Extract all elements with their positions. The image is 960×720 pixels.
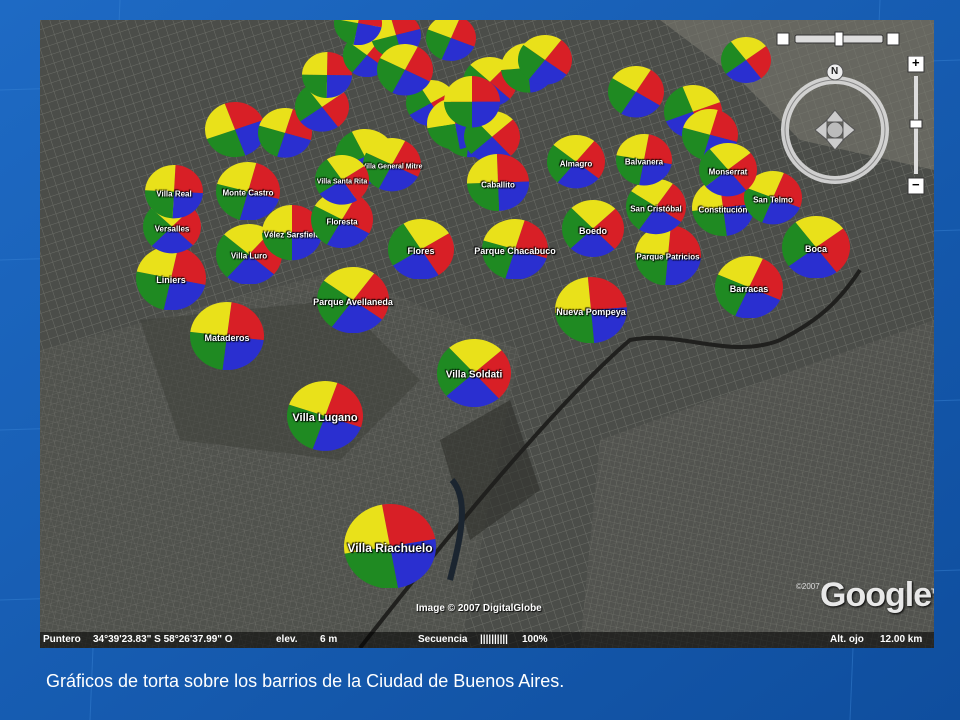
neighborhood-label: Parque Chacabuco [474, 246, 556, 256]
neighborhood-label: Caballito [481, 180, 515, 190]
neighborhood-pie-unlabeled[interactable] [518, 35, 572, 90]
neighborhood-label: Liniers [156, 275, 186, 285]
navigation-compass[interactable] [775, 60, 895, 190]
neighborhood-label: Monte Castro [222, 188, 274, 198]
eye-alt-label: Alt. ojo [830, 634, 864, 645]
neighborhood-label: Almagro [559, 159, 593, 169]
neighborhood-pie-unlabeled[interactable] [377, 44, 433, 101]
neighborhood-label: Villa Santa Rita [316, 178, 368, 186]
satellite-map[interactable]: Villa Riachuelo Villa Lugano Villa Soldati… [40, 20, 934, 648]
neighborhood-label: Versalles [154, 224, 190, 234]
pie-chart[interactable] [721, 37, 771, 83]
pie-slice [587, 276, 627, 310]
pointer-label: Puntero [43, 634, 81, 645]
elev-value: 6 m [320, 634, 338, 645]
zoom-out-button[interactable]: − [912, 177, 920, 192]
neighborhood-label: Villa Riachuelo [347, 541, 433, 555]
copyright-year: ©2007 [796, 582, 820, 591]
view-mode-buttons[interactable] [775, 30, 905, 52]
google-logo: GoogleTM [820, 576, 934, 614]
neighborhood-label: Mataderos [204, 333, 250, 343]
pie-slice [472, 101, 500, 128]
slide-caption: Gráficos de torta sobre los barrios de l… [46, 671, 565, 691]
eye-alt-value: 12.00 km [880, 634, 923, 645]
compass-north-label: N [831, 66, 839, 77]
neighborhood-label: Constitución [698, 205, 748, 215]
neighborhood-pie-unlabeled[interactable] [334, 20, 382, 50]
pie-slice [145, 165, 176, 192]
pie-chart[interactable] [334, 20, 382, 46]
neighborhood-pie-unlabeled[interactable] [608, 66, 664, 123]
elev-label: elev. [276, 634, 298, 645]
neighborhood-label: Villa Lugano [292, 412, 358, 424]
neighborhood-pie-unlabeled[interactable] [444, 76, 500, 133]
zoom-in-button[interactable]: + [912, 55, 920, 70]
pie-chart[interactable] [608, 66, 664, 118]
pie-slice [616, 134, 649, 160]
neighborhood-label: Boedo [579, 226, 607, 236]
neighborhood-label: Barracas [729, 284, 769, 294]
sequence-value: 100% [522, 634, 548, 645]
pie-chart[interactable] [377, 44, 433, 96]
neighborhood-label: San Telmo [753, 195, 793, 205]
sequence-label: Secuencia [418, 634, 468, 645]
neighborhood-label: San Cristóbal [630, 204, 682, 214]
pie-slice [302, 74, 327, 98]
neighborhood-label: Nueva Pompeya [556, 307, 626, 317]
pie-chart[interactable] [518, 35, 572, 85]
neighborhood-label: Boca [804, 244, 828, 254]
pie-chart[interactable] [426, 20, 476, 61]
neighborhood-pie-unlabeled[interactable] [721, 37, 771, 88]
pie-slice [382, 503, 436, 546]
neighborhood-label: Villa Soldati [445, 369, 503, 381]
pie-slice [444, 76, 472, 102]
pointer-coords: 34°39'23.83" S 58°26'37.99" O [93, 634, 233, 645]
neighborhood-label: Parque Patricios [636, 252, 700, 262]
imagery-credit: Image © 2007 DigitalGlobe [416, 603, 542, 614]
pie-slice [472, 76, 500, 102]
status-bar: Puntero 34°39'23.83" S 58°26'37.99" O el… [40, 632, 934, 648]
neighborhood-label: Villa Real [156, 189, 192, 199]
neighborhood-label: Parque Avellaneda [313, 297, 393, 307]
zoom-slider[interactable] [906, 56, 926, 196]
neighborhood-label: Flores [407, 246, 435, 256]
neighborhood-label: Balvanera [624, 157, 664, 167]
pie-slice [444, 101, 472, 128]
sequence-bar: |||||||||| [480, 634, 508, 645]
pie-chart[interactable] [205, 102, 265, 158]
pie-slice [302, 52, 328, 75]
neighborhood-label: Monserrat [708, 167, 748, 177]
neighborhood-label: Floresta [326, 217, 358, 227]
neighborhood-label: Villa General Mitre [361, 163, 423, 171]
pie-chart[interactable] [444, 76, 500, 128]
neighborhood-pie-unlabeled[interactable] [205, 102, 265, 162]
pie-slice [496, 154, 529, 183]
